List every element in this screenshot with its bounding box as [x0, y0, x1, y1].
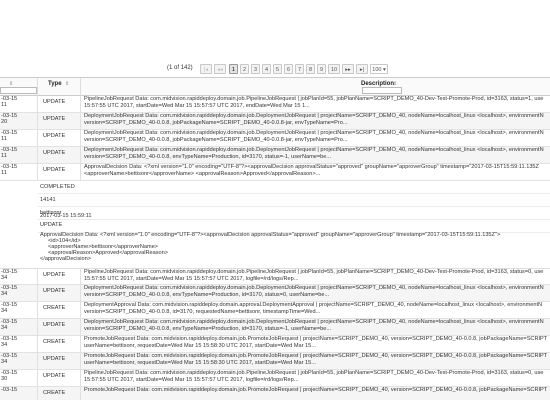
page-button-10[interactable]: 10 — [328, 64, 340, 74]
table-row[interactable]: -03-15 11 UPDATE ApprovalDecision Data: <… — [0, 164, 550, 181]
type-cell: UPDATE — [43, 356, 66, 362]
description-cell: PromoteJobRequest Data: com.midvision.ra… — [84, 336, 548, 349]
date-cell: -03-15 — [1, 387, 18, 393]
description-column-header[interactable]: Description ⇕ — [81, 78, 550, 96]
type-header-label: Type — [48, 81, 62, 87]
table-row[interactable]: -03-15 CREATE PromoteJobRequest Data: co… — [0, 387, 550, 400]
detail-status: COMPLETED — [38, 181, 550, 194]
date-filter-input[interactable] — [0, 87, 37, 94]
description-cell: DeploymentJobRequest Data: com.midvision… — [84, 285, 544, 298]
time-cell: 34 — [1, 275, 8, 281]
date-column-header[interactable]: ⇕ — [0, 78, 38, 96]
time-cell: 11 — [1, 102, 7, 108]
type-column-header[interactable]: Type ⇕ — [38, 78, 81, 96]
type-cell: UPDATE — [43, 150, 66, 156]
time-cell: 34 — [1, 359, 8, 365]
type-cell: CREATE — [43, 390, 66, 396]
table-row[interactable]: -03-15 11 UPDATE DeploymentJobRequest Dat… — [0, 147, 550, 164]
table-row[interactable]: -03-15 34 CREATE DeploymentApproval Data:… — [0, 302, 550, 319]
table-row[interactable]: -03-15 11 UPDATE PipelineJobRequest Data:… — [0, 96, 550, 113]
description-cell: DeploymentJobRequest Data: com.midvision… — [84, 147, 544, 160]
time-cell: 20 — [1, 119, 8, 125]
page-button-4[interactable]: 4 — [262, 64, 271, 74]
description-cell: DeploymentJobRequest Data: com.midvision… — [84, 113, 544, 126]
table-row[interactable]: -03-15 34 CREATE PromoteJobRequest Data: … — [0, 336, 550, 353]
table-row[interactable]: -03-15 20 UPDATE DeploymentJobRequest Dat… — [0, 113, 550, 130]
table-row[interactable]: -03-15 34 UPDATE PipelineJobRequest Data:… — [0, 268, 550, 285]
type-cell: UPDATE — [43, 167, 66, 173]
type-cell: CREATE — [43, 339, 66, 345]
paginator: (1 of 142) |◂ ◂◂ 1 2 3 4 5 6 7 8 9 10 ▸▸… — [0, 62, 550, 76]
page-button-9[interactable]: 9 — [317, 64, 326, 74]
page-count: (1 of 142) — [167, 65, 193, 71]
time-cell: 11 — [1, 170, 7, 176]
description-cell: DeploymentJobRequest Data: com.midvision… — [84, 319, 544, 332]
description-cell: DeploymentJobRequest Data: com.midvision… — [84, 130, 544, 143]
table-row[interactable]: -03-15 34 UPDATE DeploymentJobRequest Dat… — [0, 285, 550, 302]
sort-icon[interactable]: ⇕ — [65, 81, 69, 87]
description-cell: PipelineJobRequest Data: com.midvision.r… — [84, 370, 544, 383]
time-cell: 34 — [1, 291, 8, 297]
description-filter-input[interactable] — [362, 87, 402, 94]
time-cell: 34 — [1, 325, 8, 331]
page-button-5[interactable]: 5 — [273, 64, 282, 74]
first-page-button[interactable]: |◂ — [200, 64, 212, 74]
description-cell: PipelineJobRequest Data: com.midvision.r… — [84, 96, 544, 109]
page-button-3[interactable]: 3 — [251, 64, 260, 74]
next-page-button[interactable]: ▸▸ — [342, 64, 354, 74]
type-cell: CREATE — [43, 305, 66, 311]
last-page-button[interactable]: ▸| — [356, 64, 368, 74]
description-cell: PromoteJobRequest Data: com.midvision.ra… — [84, 387, 548, 393]
description-cell: ApprovalDecision Data: <?xml version="1.… — [84, 164, 539, 177]
page-button-1[interactable]: 1 — [229, 64, 238, 74]
type-cell: UPDATE — [43, 288, 66, 294]
rows-per-page-select[interactable]: 100 ▾ — [370, 64, 388, 74]
prev-page-button[interactable]: ◂◂ — [214, 64, 226, 74]
table-row[interactable]: -03-15 30 UPDATE PipelineJobRequest Data:… — [0, 370, 550, 387]
page-button-7[interactable]: 7 — [295, 64, 304, 74]
table-row[interactable]: -03-15 34 UPDATE PromoteJobRequest Data: … — [0, 353, 550, 370]
type-cell: UPDATE — [43, 99, 66, 105]
type-cell: UPDATE — [43, 272, 66, 278]
table-row[interactable]: -03-15 34 UPDATE DeploymentJobRequest Dat… — [0, 319, 550, 336]
time-cell: 11 — [1, 136, 7, 142]
page-button-6[interactable]: 6 — [284, 64, 293, 74]
type-cell: UPDATE — [43, 133, 66, 139]
detail-description: ApprovalDecision Data: <?xml version="1.… — [40, 232, 501, 262]
time-cell: 34 — [1, 308, 8, 314]
type-cell: UPDATE — [43, 373, 66, 379]
page-button-8[interactable]: 8 — [306, 64, 315, 74]
page-button-2[interactable]: 2 — [240, 64, 249, 74]
type-cell: UPDATE — [43, 322, 66, 328]
time-cell: 34 — [1, 342, 8, 348]
type-cell: UPDATE — [43, 116, 66, 122]
description-cell: PipelineJobRequest Data: com.midvision.r… — [84, 269, 544, 282]
description-cell: PromoteJobRequest Data: com.midvision.ra… — [84, 353, 548, 366]
detail-id: 14141 — [38, 194, 550, 207]
table-header: ⇕ Type ⇕ Description ⇕ — [0, 77, 550, 96]
time-cell: 11 — [1, 153, 7, 159]
time-cell: 30 — [1, 376, 8, 382]
description-cell: DeploymentApproval Data: com.midvision.r… — [84, 302, 543, 315]
table-row[interactable]: -03-15 11 UPDATE DeploymentJobRequest Dat… — [0, 130, 550, 147]
